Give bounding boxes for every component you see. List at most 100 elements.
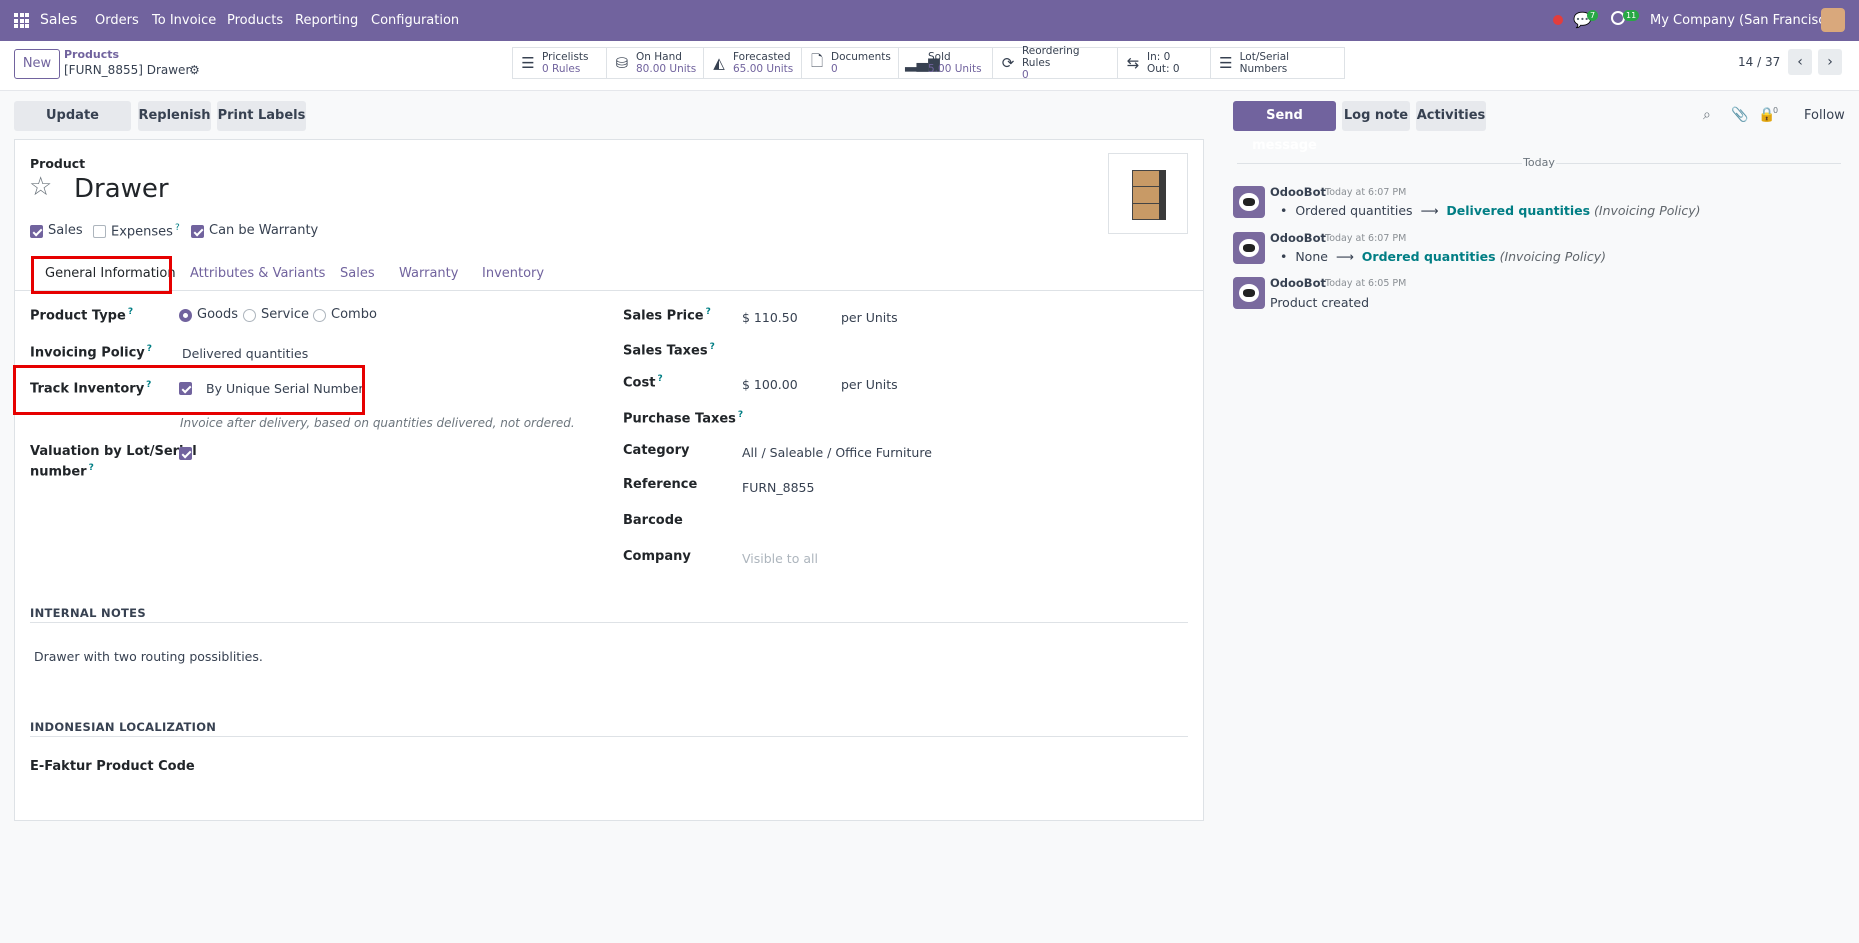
tab-attributes-variants[interactable]: Attributes & Variants: [190, 266, 325, 281]
highlight-box: [31, 256, 172, 294]
signal-icon: ▂▄▆: [905, 54, 940, 72]
invoicing-policy-text: Invoicing Policy: [30, 345, 145, 361]
menu-reporting[interactable]: Reporting: [295, 0, 358, 41]
help-icon[interactable]: ?: [89, 463, 94, 473]
sold-smart-button[interactable]: ▂▄▆ Sold 5.00 Units: [898, 47, 993, 79]
category-value[interactable]: All / Saleable / Office Furniture: [742, 445, 932, 460]
sales-checkbox[interactable]: [30, 225, 43, 238]
help-icon[interactable]: ?: [706, 307, 711, 317]
purchase-taxes-label: Purchase Taxes?: [623, 410, 743, 426]
reordering-rules-smart-button[interactable]: ⟳ Reordering Rules 0: [992, 45, 1118, 81]
product-type-goods-radio[interactable]: [179, 309, 192, 322]
smart-value: 5.00 Units: [928, 63, 982, 75]
star-icon[interactable]: ☆: [29, 174, 52, 200]
smart-label: Documents: [831, 51, 891, 63]
product-type-service-radio[interactable]: [243, 309, 256, 322]
tracking-old-value: None: [1295, 249, 1328, 264]
menu-to-invoice[interactable]: To Invoice: [152, 0, 216, 41]
help-icon[interactable]: ?: [657, 374, 662, 384]
efaktur-product-code-label: E-Faktur Product Code: [30, 759, 195, 774]
barcode-input[interactable]: [742, 510, 1182, 530]
expenses-checkbox[interactable]: [93, 225, 106, 238]
follow-button[interactable]: Follow: [1804, 108, 1845, 123]
gear-icon[interactable]: ⚙: [189, 63, 200, 77]
apps-menu-icon[interactable]: [14, 13, 29, 28]
pager-value[interactable]: 14 / 37: [1738, 55, 1780, 69]
valuation-checkbox[interactable]: [179, 447, 192, 460]
forecasted-smart-button[interactable]: ◭ Forecasted 65.00 Units: [703, 47, 802, 79]
message-tracking-line: • None ⟶ Ordered quantities (Invoicing P…: [1280, 249, 1606, 264]
company-input[interactable]: Visible to all: [742, 551, 818, 566]
smart-label: Forecasted: [733, 51, 791, 63]
barcode-label: Barcode: [623, 513, 683, 528]
app-name[interactable]: Sales: [40, 0, 77, 41]
bars-icon: ☰: [1219, 54, 1233, 72]
pricelists-smart-button[interactable]: ☰ Pricelists 0 Rules: [512, 47, 607, 79]
tab-inventory[interactable]: Inventory: [482, 266, 544, 281]
sales-price-value[interactable]: $ 110.50: [742, 310, 798, 325]
help-icon[interactable]: ?: [738, 410, 743, 420]
message-author[interactable]: OdooBot: [1270, 185, 1326, 199]
log-note-button[interactable]: Log note: [1342, 101, 1410, 131]
can-be-warranty-checkbox[interactable]: [191, 225, 204, 238]
lot-serial-smart-button[interactable]: ☰ Lot/Serial Numbers: [1210, 47, 1345, 79]
menu-configuration[interactable]: Configuration: [371, 0, 459, 41]
smart-value: 0: [831, 63, 838, 75]
menu-products[interactable]: Products: [227, 0, 283, 41]
on-hand-smart-button[interactable]: ⛁ On Hand 80.00 Units: [606, 47, 704, 79]
update-quantity-button[interactable]: Update Quantity: [14, 101, 131, 153]
tracking-new-value: Delivered quantities: [1446, 203, 1591, 218]
valuation-label-line2: number?: [30, 463, 94, 479]
smart-label: Sold: [928, 51, 951, 63]
odoobot-avatar[interactable]: [1233, 232, 1265, 264]
activity-count-badge: 11: [1623, 10, 1640, 21]
activities-button[interactable]: Activities: [1416, 101, 1486, 131]
product-name[interactable]: Drawer: [74, 174, 169, 204]
odoobot-avatar[interactable]: [1233, 277, 1265, 309]
product-type-label: Product Type?: [30, 307, 133, 323]
refresh-icon: ⟳: [1001, 54, 1015, 72]
highlight-box: [13, 365, 365, 415]
breadcrumb-parent[interactable]: Products: [64, 48, 119, 61]
message-author[interactable]: OdooBot: [1270, 231, 1326, 245]
message-tracking-line: • Ordered quantities ⟶ Delivered quantit…: [1280, 203, 1701, 218]
company-switcher[interactable]: My Company (San Francisco): [1650, 0, 1838, 41]
replenish-button[interactable]: Replenish: [138, 101, 211, 131]
new-button[interactable]: New: [14, 49, 60, 79]
menu-orders[interactable]: Orders: [95, 0, 139, 41]
help-icon[interactable]: ?: [175, 223, 180, 233]
help-icon[interactable]: ?: [128, 307, 133, 317]
pager-next-icon[interactable]: ›: [1818, 49, 1842, 75]
message-author[interactable]: OdooBot: [1270, 276, 1326, 290]
paperclip-icon[interactable]: 📎: [1731, 107, 1748, 123]
chat-count-badge: 7: [1587, 10, 1599, 21]
product-type-combo-radio[interactable]: [313, 309, 326, 322]
pager-previous-icon[interactable]: ‹: [1788, 49, 1812, 75]
sales-price-unit: per Units: [841, 310, 898, 325]
bullet: •: [1280, 203, 1288, 218]
in-out-smart-button[interactable]: ⇆ In: 0 Out: 0: [1117, 47, 1211, 79]
help-icon[interactable]: ?: [710, 342, 715, 352]
invoicing-policy-value[interactable]: Delivered quantities: [182, 346, 308, 361]
form-sheet: [14, 139, 1204, 821]
documents-smart-button[interactable]: 🗋 Documents 0: [801, 47, 899, 79]
valuation-text: number: [30, 464, 87, 480]
date-divider-right: [1556, 163, 1841, 164]
search-icon[interactable]: ⌕: [1703, 107, 1711, 123]
help-icon[interactable]: ?: [147, 344, 152, 354]
internal-notes-text[interactable]: Drawer with two routing possiblities.: [34, 649, 263, 664]
tab-warranty[interactable]: Warranty: [399, 266, 458, 281]
print-labels-button[interactable]: Print Labels: [217, 101, 306, 131]
user-avatar[interactable]: [1821, 8, 1845, 32]
internal-notes-title: INTERNAL NOTES: [30, 606, 146, 620]
bullet: •: [1280, 249, 1288, 264]
record-indicator-icon[interactable]: [1553, 15, 1563, 25]
product-label: Product: [30, 156, 86, 171]
tab-sales[interactable]: Sales: [340, 266, 375, 281]
odoobot-avatar[interactable]: [1233, 186, 1265, 218]
product-image[interactable]: [1108, 153, 1188, 234]
sales-checkbox-label: Sales: [48, 223, 83, 238]
reference-value[interactable]: FURN_8855: [742, 480, 814, 495]
send-message-button[interactable]: Send message: [1233, 101, 1336, 153]
cost-value[interactable]: $ 100.00: [742, 377, 798, 392]
